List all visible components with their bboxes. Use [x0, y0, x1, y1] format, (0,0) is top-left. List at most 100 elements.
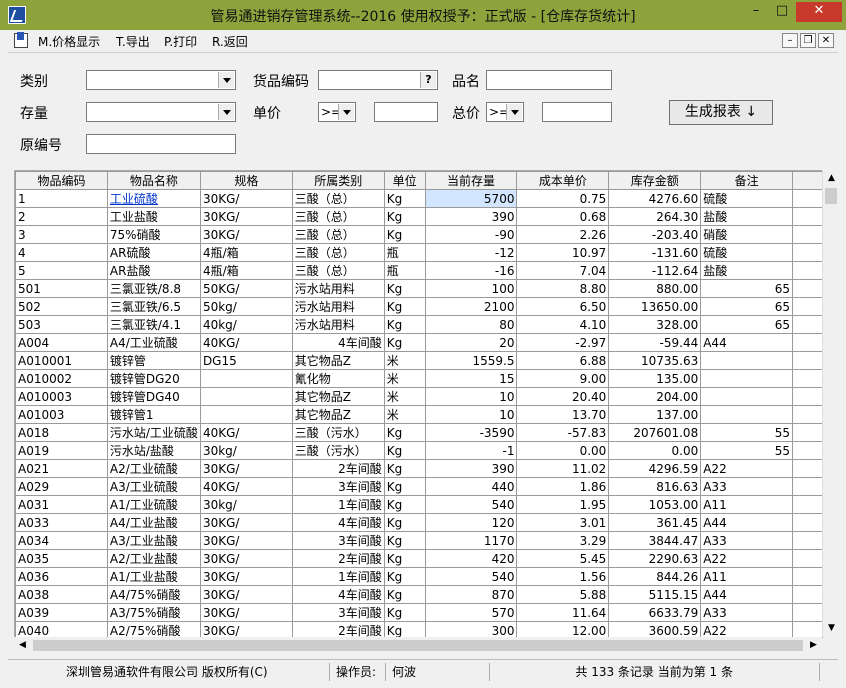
table-cell[interactable]: A22 — [700, 621, 793, 638]
table-cell[interactable]: Kg — [383, 333, 426, 352]
table-cell[interactable]: 80 — [424, 315, 518, 334]
table-cell[interactable]: A22 — [700, 459, 793, 478]
table-cell[interactable]: 540 — [424, 495, 518, 514]
table-cell[interactable]: 30KG/ — [199, 549, 293, 568]
document-icon[interactable] — [14, 32, 28, 48]
table-row[interactable]: A036 A1/工业盐酸 30KG/1车间酸 Kg 540 1.56 844.26 A11 — [15, 567, 823, 586]
table-cell[interactable]: 镀锌管 — [106, 351, 201, 370]
table-cell[interactable]: 其它物品Z — [291, 351, 385, 370]
table-cell[interactable]: 2290.63 — [608, 549, 702, 568]
table-cell[interactable]: -12 — [424, 243, 518, 262]
table-cell[interactable]: 盐酸 — [700, 261, 793, 280]
table-cell[interactable]: 870 — [424, 585, 518, 604]
table-cell[interactable]: 4 — [15, 243, 108, 262]
table-cell[interactable]: 三酸（总） — [291, 189, 385, 208]
generate-report-button[interactable]: 生成报表 ↓ — [669, 100, 773, 125]
table-cell[interactable]: -203.40 — [608, 225, 702, 244]
table-cell[interactable]: A44 — [700, 333, 793, 352]
table-cell[interactable] — [700, 387, 793, 406]
table-cell[interactable]: 瓶 — [383, 261, 426, 280]
table-cell[interactable]: -3590 — [424, 423, 518, 442]
table-cell[interactable]: 3600.59 — [608, 621, 702, 638]
menu-price-display[interactable]: M.价格显示 — [38, 33, 100, 50]
table-cell[interactable]: 氰化物 — [291, 369, 385, 388]
table-cell[interactable]: 硫酸 — [700, 189, 793, 208]
menu-export[interactable]: T.导出 — [116, 33, 150, 50]
table-cell[interactable]: -1 — [424, 441, 518, 460]
column-header[interactable]: 所属类别 — [291, 171, 385, 190]
column-header[interactable]: 当前存量 — [424, 171, 518, 190]
table-cell[interactable]: 4296.59 — [608, 459, 702, 478]
table-cell[interactable]: 40KG/ — [199, 333, 293, 352]
table-cell[interactable]: 镀锌管DG40 — [106, 387, 201, 406]
column-header[interactable]: 成本单价 — [516, 171, 610, 190]
table-cell[interactable]: 135.00 — [608, 369, 702, 388]
table-cell[interactable]: A021 — [15, 459, 108, 478]
table-cell[interactable]: A034 — [15, 531, 108, 550]
table-cell[interactable]: A33 — [700, 477, 793, 496]
table-cell[interactable]: 1.56 — [516, 567, 610, 586]
table-cell[interactable]: Kg — [383, 459, 426, 478]
scroll-left-icon[interactable]: ◀ — [14, 637, 31, 654]
table-cell[interactable]: 1053.00 — [608, 495, 702, 514]
table-cell[interactable]: A036 — [15, 567, 108, 586]
table-cell[interactable]: -2.97 — [516, 333, 610, 352]
price-input[interactable] — [374, 102, 438, 122]
table-cell[interactable]: 502 — [15, 297, 108, 316]
table-cell[interactable]: -57.83 — [516, 423, 610, 442]
table-cell[interactable]: 5.45 — [516, 549, 610, 568]
table-cell[interactable]: 4瓶/箱 — [199, 243, 293, 262]
table-cell[interactable]: A018 — [15, 423, 108, 442]
table-cell[interactable]: 120 — [424, 513, 518, 532]
close-button[interactable]: ✕ — [796, 2, 842, 22]
table-cell[interactable]: 三酸（总） — [291, 243, 385, 262]
table-cell[interactable]: A44 — [700, 513, 793, 532]
table-cell[interactable]: A010001 — [15, 351, 108, 370]
table-cell[interactable]: Kg — [383, 585, 426, 604]
table-cell[interactable]: 米 — [383, 351, 426, 370]
table-cell[interactable]: 2车间酸 — [291, 549, 385, 568]
code-input[interactable]: ? — [318, 70, 438, 90]
vertical-scrollbar[interactable]: ▲ ▼ — [822, 170, 840, 637]
table-cell[interactable]: 65 — [700, 279, 793, 298]
table-cell[interactable]: 137.00 — [608, 405, 702, 424]
table-cell[interactable]: 污水站用料 — [291, 297, 385, 316]
table-cell[interactable]: 390 — [424, 459, 518, 478]
scroll-right-icon[interactable]: ▶ — [805, 637, 822, 654]
table-cell[interactable]: 10.97 — [516, 243, 610, 262]
table-cell[interactable]: A44 — [700, 585, 793, 604]
table-cell[interactable]: 3.01 — [516, 513, 610, 532]
name-input[interactable] — [486, 70, 612, 90]
scroll-thumb[interactable] — [825, 188, 837, 204]
table-cell[interactable]: A01003 — [15, 405, 108, 424]
table-cell[interactable]: 11.02 — [516, 459, 610, 478]
table-cell[interactable]: A1/工业盐酸 — [106, 567, 201, 586]
table-cell[interactable]: 844.26 — [608, 567, 702, 586]
table-cell[interactable]: 13650.00 — [608, 297, 702, 316]
table-cell[interactable]: Kg — [383, 279, 426, 298]
table-cell[interactable]: 3车间酸 — [291, 477, 385, 496]
table-cell[interactable]: Kg — [383, 531, 426, 550]
table-row[interactable]: A040 A2/75%硝酸 30KG/2车间酸 Kg 300 12.00 3600.59 A2… — [15, 621, 823, 638]
table-row[interactable]: 2 工业盐酸 30KG/三酸（总） Kg 390 0.68 264.30 盐酸 — [15, 207, 823, 226]
table-cell[interactable]: 工业盐酸 — [106, 207, 201, 226]
horizontal-scrollbar[interactable]: ◀ ▶ — [14, 637, 822, 654]
scroll-thumb[interactable] — [33, 640, 803, 651]
category-select[interactable] — [86, 70, 236, 90]
table-cell[interactable]: 2车间酸 — [291, 459, 385, 478]
table-cell[interactable]: 440 — [424, 477, 518, 496]
column-header[interactable]: 单位 — [383, 171, 426, 190]
table-cell[interactable]: 11.64 — [516, 603, 610, 622]
code-lookup-button[interactable]: ? — [420, 72, 436, 88]
chevron-down-icon[interactable] — [218, 104, 234, 120]
table-cell[interactable]: 2.26 — [516, 225, 610, 244]
table-cell[interactable] — [700, 369, 793, 388]
table-cell[interactable]: 1170 — [424, 531, 518, 550]
table-cell[interactable]: A3/75%硝酸 — [106, 603, 201, 622]
column-header[interactable]: 库存金额 — [608, 171, 702, 190]
table-cell[interactable]: 10735.63 — [608, 351, 702, 370]
table-row[interactable]: A034 A3/工业盐酸 30KG/3车间酸 Kg 1170 3.29 3844.47 A33 — [15, 531, 823, 550]
table-cell[interactable]: 4车间酸 — [291, 513, 385, 532]
price-operator-select[interactable]: >= — [318, 102, 356, 122]
table-cell[interactable]: 420 — [424, 549, 518, 568]
